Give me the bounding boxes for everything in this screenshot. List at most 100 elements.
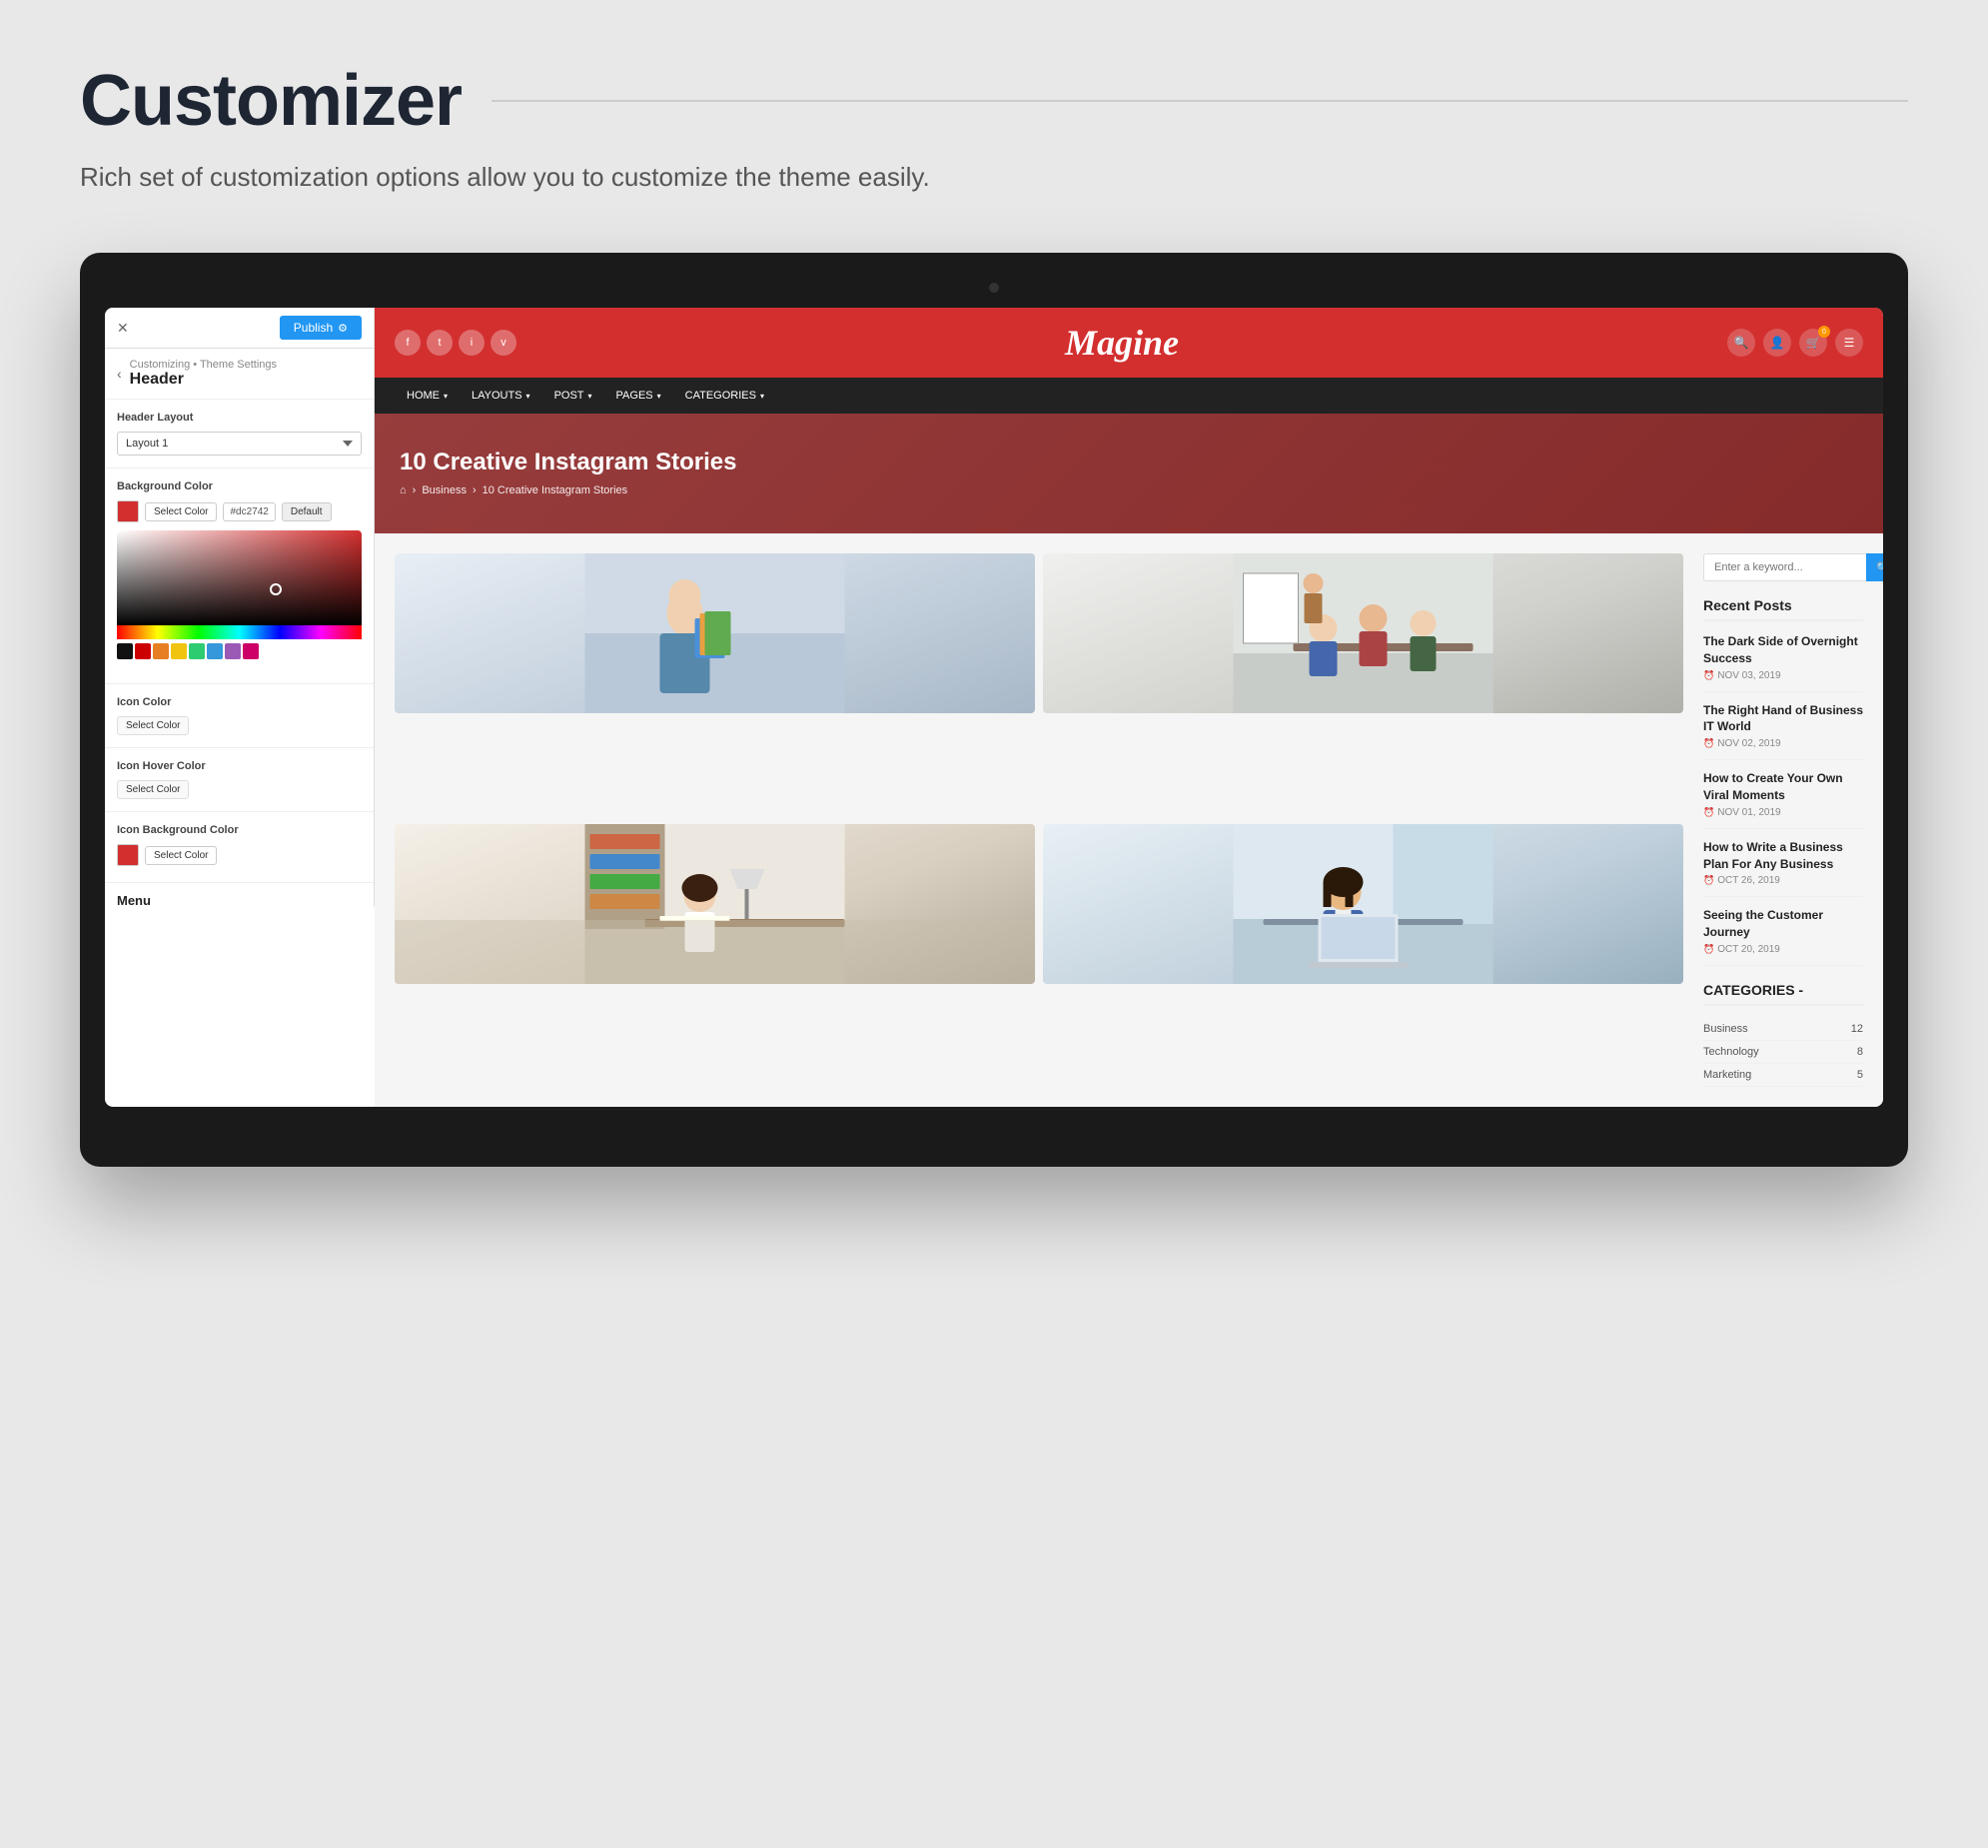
swatch-pink[interactable] [243,643,259,659]
nav-categories-label: CATEGORIES [685,390,756,402]
icon-color-btn[interactable]: Select Color [117,716,189,735]
icon-color-section: Icon Color Select Color [105,684,374,748]
category-item-1[interactable]: Business 12 [1703,1018,1863,1041]
user-action-btn[interactable]: 👤 [1763,329,1791,357]
breadcrumb-sep-1: › [413,484,417,496]
post-3-title[interactable]: How to Create Your Own Viral Moments [1703,770,1863,804]
post-3-date-text: NOV 01, 2019 [1717,807,1780,818]
article-image-1 [395,553,1035,713]
swatch-blue[interactable] [207,643,223,659]
bg-color-select-btn[interactable]: Select Color [145,502,217,521]
nav-categories[interactable]: CATEGORIES [673,378,776,414]
laptop-mockup: Publish Customizing • Theme Settings Hea… [80,253,1908,1167]
header-actions: 🔍 👤 🛒 0 ☰ [1727,329,1863,357]
search-button[interactable]: 🔍 [1866,553,1883,581]
nav-pages-caret [657,390,661,402]
post-2-date-text: NOV 02, 2019 [1717,738,1780,749]
header-layout-section: Header Layout Layout 1 [105,400,374,468]
hue-slider[interactable] [117,625,362,639]
nav-layouts[interactable]: LAYOUTS [460,378,542,414]
clock-icon-2 [1703,738,1714,749]
nav-layouts-label: LAYOUTS [472,390,522,402]
post-item-2: The Right Hand of Business IT World NOV … [1703,702,1863,761]
color-cursor [270,583,282,595]
post-4-title[interactable]: How to Write a Business Plan For Any Bus… [1703,839,1863,873]
clock-icon-5 [1703,944,1714,955]
icon-hover-color-btn[interactable]: Select Color [117,780,189,799]
nav-home[interactable]: HOME [395,378,460,414]
post-5-title[interactable]: Seeing the Customer Journey [1703,907,1863,941]
search-action-btn[interactable]: 🔍 [1727,329,1755,357]
bg-color-label: Background Color [117,480,362,492]
nav-home-label: HOME [407,390,440,402]
home-icon [400,484,407,496]
post-2-title[interactable]: The Right Hand of Business IT World [1703,702,1863,736]
title-divider [492,100,1908,102]
swatch-red[interactable] [135,643,151,659]
site-nav: HOME LAYOUTS POST PAGES CATEGORIES [375,378,1883,414]
icon-bg-color-btn[interactable]: Select Color [145,846,217,865]
social-facebook[interactable]: f [395,330,421,356]
bg-color-default-btn[interactable]: Default [282,502,332,521]
customizer-panel: Publish Customizing • Theme Settings Hea… [105,308,375,907]
cat-2-name: Technology [1703,1046,1759,1058]
category-item-3[interactable]: Marketing 5 [1703,1064,1863,1087]
post-4-date: OCT 26, 2019 [1703,875,1863,886]
article-image-4 [1043,824,1683,984]
nav-layouts-caret [526,390,530,402]
swatch-green[interactable] [189,643,205,659]
bg-color-row: Select Color #dc2742 Default [117,500,362,522]
menu-section: Menu Sticky Menu Background Color Select… [105,883,374,907]
post-5-date-text: OCT 20, 2019 [1717,944,1780,955]
cat-3-count: 5 [1857,1069,1863,1081]
breadcrumb-business[interactable]: Business [422,484,467,496]
category-item-2[interactable]: Technology 8 [1703,1041,1863,1064]
cart-badge: 0 [1818,326,1830,338]
clock-icon-3 [1703,807,1714,818]
sidebar: 🔍 Recent Posts The Dark Side of Overnigh… [1703,553,1863,1087]
post-2-date: NOV 02, 2019 [1703,738,1863,749]
article-grid [395,553,1683,1087]
page-header: Customizer Rich set of customization opt… [80,60,1908,193]
swatch-orange[interactable] [153,643,169,659]
social-vimeo[interactable]: v [491,330,516,356]
nav-pages[interactable]: PAGES [604,378,673,414]
post-item-4: How to Write a Business Plan For Any Bus… [1703,839,1863,898]
close-button[interactable] [117,320,129,337]
swatch-purple[interactable] [225,643,241,659]
color-picker [117,530,362,663]
post-3-date: NOV 01, 2019 [1703,807,1863,818]
laptop-camera [989,283,999,293]
publish-button[interactable]: Publish [280,316,362,340]
header-layout-select[interactable]: Layout 1 [117,432,362,456]
swatch-yellow[interactable] [171,643,187,659]
social-twitter[interactable]: t [427,330,453,356]
swatch-black[interactable] [117,643,133,659]
post-item-1: The Dark Side of Overnight Success NOV 0… [1703,633,1863,692]
categories-title: CATEGORIES - [1703,982,1863,1006]
color-gradient[interactable] [117,530,362,625]
back-button[interactable] [117,366,122,382]
menu-action-btn[interactable]: ☰ [1835,329,1863,357]
site-main: 🔍 Recent Posts The Dark Side of Overnigh… [375,533,1883,1107]
cart-action-btn[interactable]: 🛒 0 [1799,329,1827,357]
article-image-3 [395,824,1035,984]
post-1-date: NOV 03, 2019 [1703,670,1863,681]
nav-categories-caret [760,390,764,402]
icon-bg-color-label: Icon Background Color [117,824,362,836]
post-1-date-text: NOV 03, 2019 [1717,670,1780,681]
icon-color-label: Icon Color [117,696,362,708]
page-title-text: Customizer [80,60,462,142]
social-instagram[interactable]: i [459,330,485,356]
post-1-title[interactable]: The Dark Side of Overnight Success [1703,633,1863,667]
nav-post[interactable]: POST [542,378,604,414]
article-image-2 [1043,553,1683,713]
breadcrumb: › Business › 10 Creative Instagram Stori… [400,484,1858,496]
publish-label: Publish [294,321,333,335]
nav-title: Header [130,371,277,389]
breadcrumb-current: 10 Creative Instagram Stories [483,484,628,496]
search-input[interactable] [1703,553,1866,581]
site-hero: 10 Creative Instagram Stories › Business… [375,414,1883,533]
cat-2-count: 8 [1857,1046,1863,1058]
clock-icon-1 [1703,670,1714,681]
